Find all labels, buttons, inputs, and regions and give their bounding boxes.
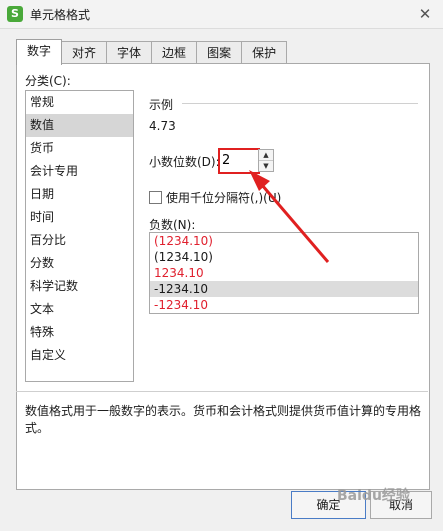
arrow-shaft xyxy=(254,177,330,263)
arrow-head xyxy=(249,170,270,191)
annotation-arrow-icon xyxy=(249,170,330,263)
